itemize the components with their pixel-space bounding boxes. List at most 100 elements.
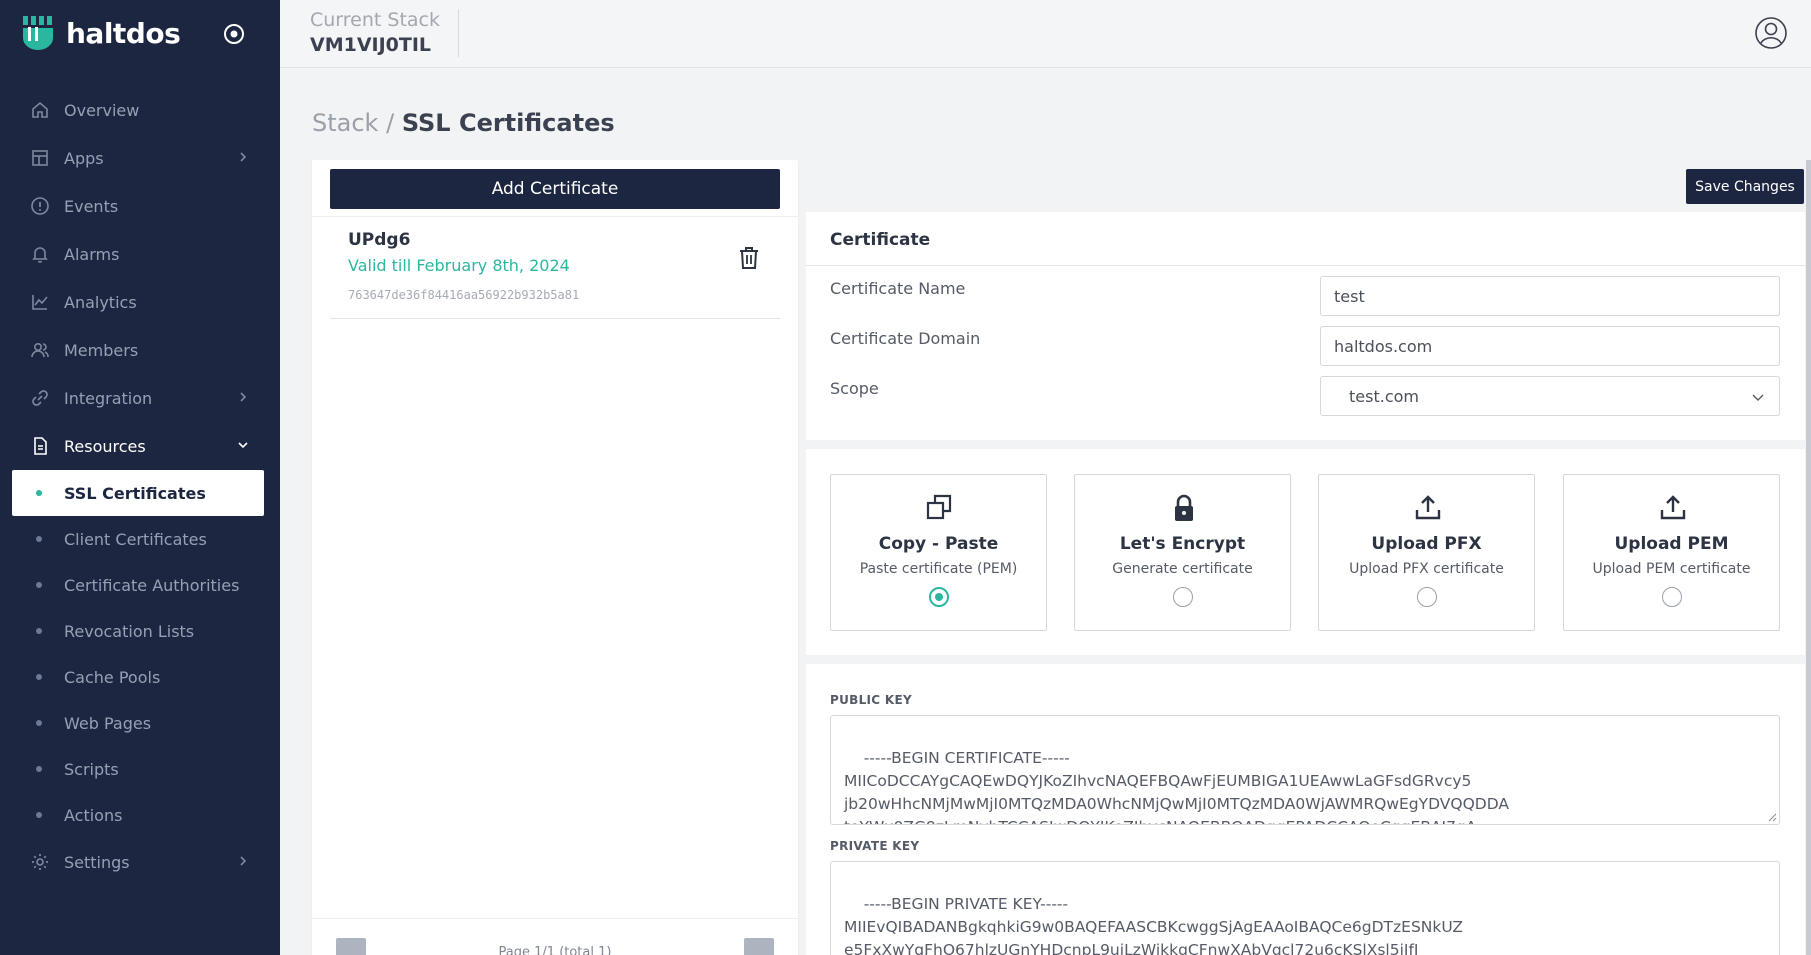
sidebar-item-label: Alarms bbox=[64, 244, 120, 264]
sidebar-subitem-revocation-lists[interactable]: Revocation Lists bbox=[0, 608, 280, 654]
breadcrumb: Stack / SSL Certificates bbox=[312, 109, 615, 137]
pager-next-button[interactable] bbox=[744, 938, 774, 955]
certificate-details-card: Certificate Certificate Name test Certif… bbox=[806, 212, 1805, 440]
bullet-icon bbox=[36, 812, 42, 818]
sidebar-item-alarms[interactable]: Alarms bbox=[0, 230, 280, 278]
option-upload-pem[interactable]: Upload PEM Upload PEM certificate bbox=[1563, 474, 1780, 631]
scrollbar-thumb[interactable] bbox=[1806, 160, 1811, 955]
sidebar-subitem-label: Scripts bbox=[64, 759, 119, 779]
sidebar-item-members[interactable]: Members bbox=[0, 326, 280, 374]
sidebar-item-analytics[interactable]: Analytics bbox=[0, 278, 280, 326]
sidebar-subitem-label: Certificate Authorities bbox=[64, 575, 240, 595]
add-certificate-button[interactable]: Add Certificate bbox=[330, 169, 780, 209]
certificate-domain-value: haltdos.com bbox=[1334, 336, 1433, 356]
bullet-icon bbox=[36, 628, 42, 634]
chevron-right-icon bbox=[240, 152, 247, 162]
topbar: Current Stack VM1VIJ0TIL bbox=[280, 0, 1811, 68]
option-lets-encrypt[interactable]: Let's Encrypt Generate certificate bbox=[1074, 474, 1291, 631]
option-radio[interactable] bbox=[1173, 587, 1193, 607]
public-key-value: -----BEGIN CERTIFICATE----- MIICoDCCAYgC… bbox=[844, 749, 1509, 824]
bullet-icon bbox=[36, 766, 42, 772]
chart-icon bbox=[30, 292, 50, 312]
user-avatar-icon[interactable] bbox=[1755, 17, 1787, 49]
option-upload-pfx[interactable]: Upload PFX Upload PFX certificate bbox=[1318, 474, 1535, 631]
brand[interactable]: haltdos bbox=[22, 16, 181, 50]
certificate-name-input[interactable]: test bbox=[1320, 276, 1780, 316]
home-icon bbox=[30, 100, 50, 120]
apps-icon bbox=[30, 148, 50, 168]
sidebar-item-label: Settings bbox=[64, 852, 130, 872]
chevron-right-icon bbox=[240, 392, 247, 402]
divider bbox=[312, 216, 798, 217]
trash-icon[interactable] bbox=[738, 246, 760, 270]
sidebar-nav: Overview Apps Events Alarms Analytics Me… bbox=[0, 86, 280, 886]
sidebar-subitem-label: Revocation Lists bbox=[64, 621, 195, 641]
page-title: SSL Certificates bbox=[401, 109, 615, 137]
certificate-validity: Valid till February 8th, 2024 bbox=[348, 256, 570, 275]
sidebar-item-integration[interactable]: Integration bbox=[0, 374, 280, 422]
sidebar-subitem-label: Actions bbox=[64, 805, 123, 825]
target-settings-icon[interactable] bbox=[222, 22, 246, 46]
copy-icon bbox=[926, 494, 952, 520]
resize-handle-icon[interactable] bbox=[1767, 812, 1777, 822]
sidebar-subitem-web-pages[interactable]: Web Pages bbox=[0, 700, 280, 746]
option-title: Copy - Paste bbox=[878, 534, 999, 554]
breadcrumb-parent[interactable]: Stack / bbox=[312, 109, 394, 137]
private-key-value: -----BEGIN PRIVATE KEY----- MIIEvQIBADAN… bbox=[844, 895, 1464, 955]
option-radio[interactable] bbox=[1662, 587, 1682, 607]
option-radio[interactable] bbox=[1417, 587, 1437, 607]
certificate-domain-input[interactable]: haltdos.com bbox=[1320, 326, 1780, 366]
public-key-textarea[interactable]: -----BEGIN CERTIFICATE----- MIICoDCCAYgC… bbox=[830, 715, 1780, 825]
upload-icon bbox=[1415, 495, 1441, 520]
divider bbox=[312, 918, 798, 919]
divider bbox=[806, 265, 1805, 266]
sidebar-item-resources[interactable]: Resources bbox=[0, 422, 280, 470]
alert-circle-icon bbox=[30, 196, 50, 216]
sidebar-item-overview[interactable]: Overview bbox=[0, 86, 280, 134]
sidebar-item-settings[interactable]: Settings bbox=[0, 838, 280, 886]
option-radio[interactable] bbox=[929, 587, 949, 607]
sidebar-subitem-label: SSL Certificates bbox=[64, 483, 206, 503]
scope-select[interactable]: test.com bbox=[1320, 376, 1780, 416]
save-changes-button[interactable]: Save Changes bbox=[1686, 169, 1804, 204]
sidebar-subitem-actions[interactable]: Actions bbox=[0, 792, 280, 838]
sidebar-subitem-label: Cache Pools bbox=[64, 667, 161, 687]
sidebar-subitem-ssl-certificates[interactable]: SSL Certificates bbox=[12, 470, 264, 516]
bell-icon bbox=[30, 244, 50, 264]
private-key-textarea[interactable]: -----BEGIN PRIVATE KEY----- MIIEvQIBADAN… bbox=[830, 861, 1780, 955]
chevron-down-icon bbox=[238, 442, 248, 449]
bullet-icon bbox=[36, 582, 42, 588]
sidebar-subitem-label: Client Certificates bbox=[64, 529, 207, 549]
option-copy-paste[interactable]: Copy - Paste Paste certificate (PEM) bbox=[830, 474, 1047, 631]
brand-name: haltdos bbox=[66, 16, 181, 50]
certificate-hash: 763647de36f84416aa56922b932b5a81 bbox=[348, 288, 580, 302]
divider bbox=[458, 9, 459, 57]
sidebar-item-apps[interactable]: Apps bbox=[0, 134, 280, 182]
sidebar-subitem-client-certificates[interactable]: Client Certificates bbox=[0, 516, 280, 562]
option-subtitle: Generate certificate bbox=[1112, 561, 1253, 577]
bullet-icon bbox=[36, 674, 42, 680]
option-title: Let's Encrypt bbox=[1119, 534, 1246, 554]
bullet-icon bbox=[36, 490, 42, 496]
pager-status: Page 1/1 (total 1) bbox=[498, 945, 612, 955]
current-stack-label: Current Stack bbox=[310, 9, 441, 31]
list-item[interactable]: UPdg6 Valid till February 8th, 2024 7636… bbox=[330, 230, 780, 319]
sidebar-item-label: Events bbox=[64, 196, 119, 216]
option-title: Upload PFX bbox=[1371, 534, 1482, 554]
upload-icon bbox=[1660, 495, 1686, 520]
sidebar-subitem-cache-pools[interactable]: Cache Pools bbox=[0, 654, 280, 700]
keys-card: PUBLIC KEY -----BEGIN CERTIFICATE----- M… bbox=[806, 664, 1805, 955]
certificate-name-value: test bbox=[1334, 286, 1365, 306]
certificate-list-panel: Add Certificate UPdg6 Valid till Februar… bbox=[312, 160, 798, 955]
sidebar-subitem-certificate-authorities[interactable]: Certificate Authorities bbox=[0, 562, 280, 608]
sidebar-subitem-scripts[interactable]: Scripts bbox=[0, 746, 280, 792]
link-icon bbox=[30, 388, 50, 408]
card-title: Certificate bbox=[830, 230, 931, 250]
sidebar-item-label: Analytics bbox=[64, 292, 137, 312]
sidebar-item-events[interactable]: Events bbox=[0, 182, 280, 230]
document-icon bbox=[30, 436, 50, 456]
sidebar-item-label: Members bbox=[64, 340, 139, 360]
current-stack-name[interactable]: VM1VIJ0TIL bbox=[310, 34, 431, 56]
lock-icon bbox=[1175, 494, 1193, 521]
option-subtitle: Paste certificate (PEM) bbox=[859, 561, 1018, 577]
